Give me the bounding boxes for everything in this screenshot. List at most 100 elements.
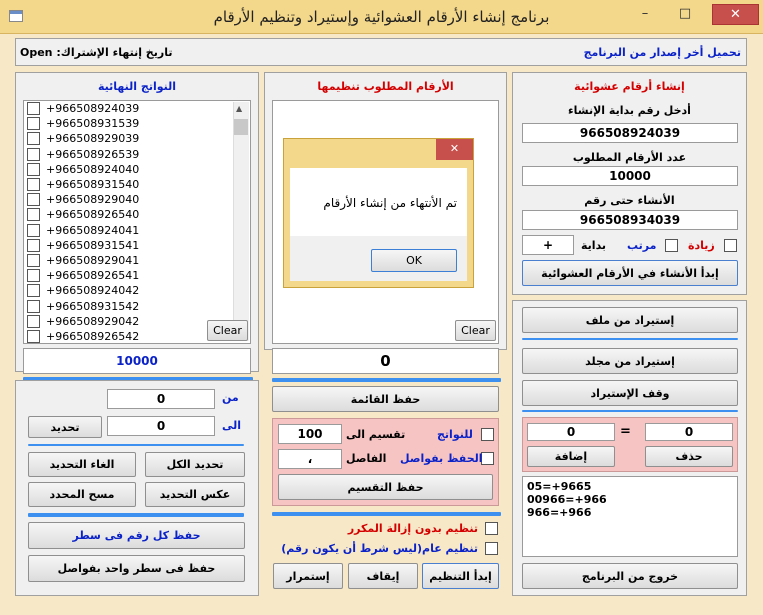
result-checkbox[interactable]	[27, 314, 40, 328]
invert-selection-button[interactable]: عكس التحديد	[145, 482, 245, 507]
save-one-line-button[interactable]: حفظ فى سطر واحد بفواصل	[28, 555, 245, 582]
result-row[interactable]: +966508931542	[24, 298, 250, 313]
dialog-ok-button[interactable]: OK	[371, 249, 457, 272]
result-row[interactable]: +966508924040	[24, 162, 250, 177]
separator-input[interactable]: ،	[278, 449, 342, 469]
no-dedupe-checkbox[interactable]	[485, 522, 498, 535]
rule-item[interactable]: 00966=+966	[527, 493, 733, 506]
close-button[interactable]: ✕	[712, 4, 759, 25]
increase-checkbox[interactable]	[724, 239, 737, 252]
deselect-button[interactable]: الغاء التحديد	[28, 452, 136, 477]
result-row[interactable]: +966508931540	[24, 177, 250, 192]
result-checkbox[interactable]	[27, 193, 40, 207]
continue-organize-button[interactable]: إستمرار	[273, 563, 343, 589]
minimize-button[interactable]: –	[632, 4, 658, 25]
general-organize-checkbox[interactable]	[485, 542, 498, 555]
separator-label: الفاصل	[346, 452, 387, 465]
results-checkbox[interactable]	[481, 428, 494, 441]
replace-right-input[interactable]: 0	[645, 423, 733, 441]
save-with-separator-checkbox[interactable]	[481, 452, 494, 465]
until-number-input[interactable]: 966508934039	[522, 210, 738, 230]
result-checkbox[interactable]	[27, 299, 40, 313]
general-organize-label: تنظيم عام(ليس شرط أن يكون رقم)	[281, 542, 478, 555]
expiry-value: Open	[20, 46, 53, 59]
result-row[interactable]: +966508931541	[24, 238, 250, 253]
prefix-input[interactable]: +	[522, 235, 574, 255]
start-number-input[interactable]: 966508924039	[522, 123, 738, 143]
result-checkbox[interactable]	[27, 162, 40, 176]
import-folder-button[interactable]: إستيراد من مجلد	[522, 348, 738, 374]
result-number: +966508929039	[46, 132, 140, 146]
result-checkbox[interactable]	[27, 178, 40, 192]
result-checkbox[interactable]	[27, 117, 40, 131]
replace-left-input[interactable]: 0	[527, 423, 615, 441]
results-clear-button[interactable]: Clear	[207, 320, 248, 341]
no-dedupe-label: تنظيم بدون إزالة المكرر	[347, 522, 478, 535]
rule-item[interactable]: 05=+9665	[527, 480, 733, 493]
result-row[interactable]: +966508924042	[24, 283, 250, 298]
result-number: +966508931541	[46, 238, 140, 252]
save-list-button[interactable]: حفظ القائمة	[272, 386, 499, 412]
result-row[interactable]: +966508924041	[24, 223, 250, 238]
result-checkbox[interactable]	[27, 102, 40, 116]
result-row[interactable]: +966508929039	[24, 131, 250, 146]
split-label: تقسيم الى	[346, 428, 406, 441]
result-checkbox[interactable]	[27, 132, 40, 146]
results-scrollbar[interactable]	[233, 102, 249, 341]
add-rule-button[interactable]: إضافة	[527, 446, 615, 467]
result-row[interactable]: +966508924039	[24, 101, 250, 116]
separator	[28, 513, 244, 517]
result-checkbox[interactable]	[27, 253, 40, 267]
result-row[interactable]: +966508926539	[24, 147, 250, 162]
result-checkbox[interactable]	[27, 223, 40, 237]
result-row[interactable]: +966508929040	[24, 192, 250, 207]
result-number: +966508924042	[46, 284, 140, 298]
replace-rules-list[interactable]: 05=+9665 00966=+966 966=+966	[522, 476, 738, 557]
select-range-button[interactable]: تحديد	[28, 416, 102, 438]
rule-item[interactable]: 966=+966	[527, 506, 733, 519]
result-number: +966508924041	[46, 223, 140, 237]
delete-selected-button[interactable]: مسح المحدد	[28, 482, 136, 507]
ordered-checkbox[interactable]	[665, 239, 678, 252]
result-row[interactable]: +966508926541	[24, 268, 250, 283]
import-file-button[interactable]: إستيراد من ملف	[522, 307, 738, 333]
count-input[interactable]: 10000	[522, 166, 738, 186]
download-latest-link[interactable]: تحميل أخر إصدار من البرنامج	[584, 46, 741, 59]
stop-organize-button[interactable]: إيقاف	[348, 563, 418, 589]
separator	[522, 410, 738, 412]
results-list[interactable]: +966508924039 +966508931539 +966508929039 +…	[23, 100, 251, 344]
result-checkbox[interactable]	[27, 238, 40, 252]
dialog-message: تم الأنتهاء من إنشاء الأرقام	[323, 196, 457, 210]
split-input[interactable]: 100	[278, 424, 342, 444]
result-row[interactable]: +966508931539	[24, 116, 250, 131]
from-input[interactable]: 0	[107, 389, 215, 409]
separator	[522, 338, 738, 340]
result-row[interactable]: +966508929041	[24, 253, 250, 268]
count-label: عدد الأرقام المطلوب	[572, 151, 687, 164]
result-number: +966508926540	[46, 208, 140, 222]
start-organize-button[interactable]: إبدأ التنظيم	[422, 563, 499, 589]
results-label: للنواتج	[437, 428, 473, 441]
select-all-button[interactable]: تحديد الكل	[145, 452, 245, 477]
result-checkbox[interactable]	[27, 147, 40, 161]
exit-button[interactable]: خروج من البرنامج	[522, 563, 738, 589]
stop-import-button[interactable]: وقف الإستيراد	[522, 380, 738, 406]
save-split-button[interactable]: حفظ التقسيم	[278, 474, 493, 500]
dialog-close-button[interactable]: ✕	[436, 139, 473, 160]
result-number: +966508926541	[46, 269, 140, 283]
result-row[interactable]: +966508926540	[24, 207, 250, 222]
start-generate-button[interactable]: إبدأ الأنشاء في الأرقام العشوائية	[522, 260, 738, 286]
save-each-line-button[interactable]: حفظ كل رقم فى سطر	[28, 522, 245, 549]
scroll-up-icon[interactable]: ▲	[236, 104, 242, 113]
to-input[interactable]: 0	[107, 416, 215, 436]
organize-clear-button[interactable]: Clear	[455, 320, 496, 341]
result-checkbox[interactable]	[27, 284, 40, 298]
delete-rule-button[interactable]: حذف	[645, 446, 733, 467]
scroll-thumb[interactable]	[234, 119, 248, 135]
result-checkbox[interactable]	[27, 329, 40, 343]
result-checkbox[interactable]	[27, 269, 40, 283]
maximize-button[interactable]: □	[672, 4, 698, 25]
organize-header: الأرقام المطلوب تنظيمها	[317, 80, 454, 93]
result-checkbox[interactable]	[27, 208, 40, 222]
from-label: من	[222, 391, 239, 404]
